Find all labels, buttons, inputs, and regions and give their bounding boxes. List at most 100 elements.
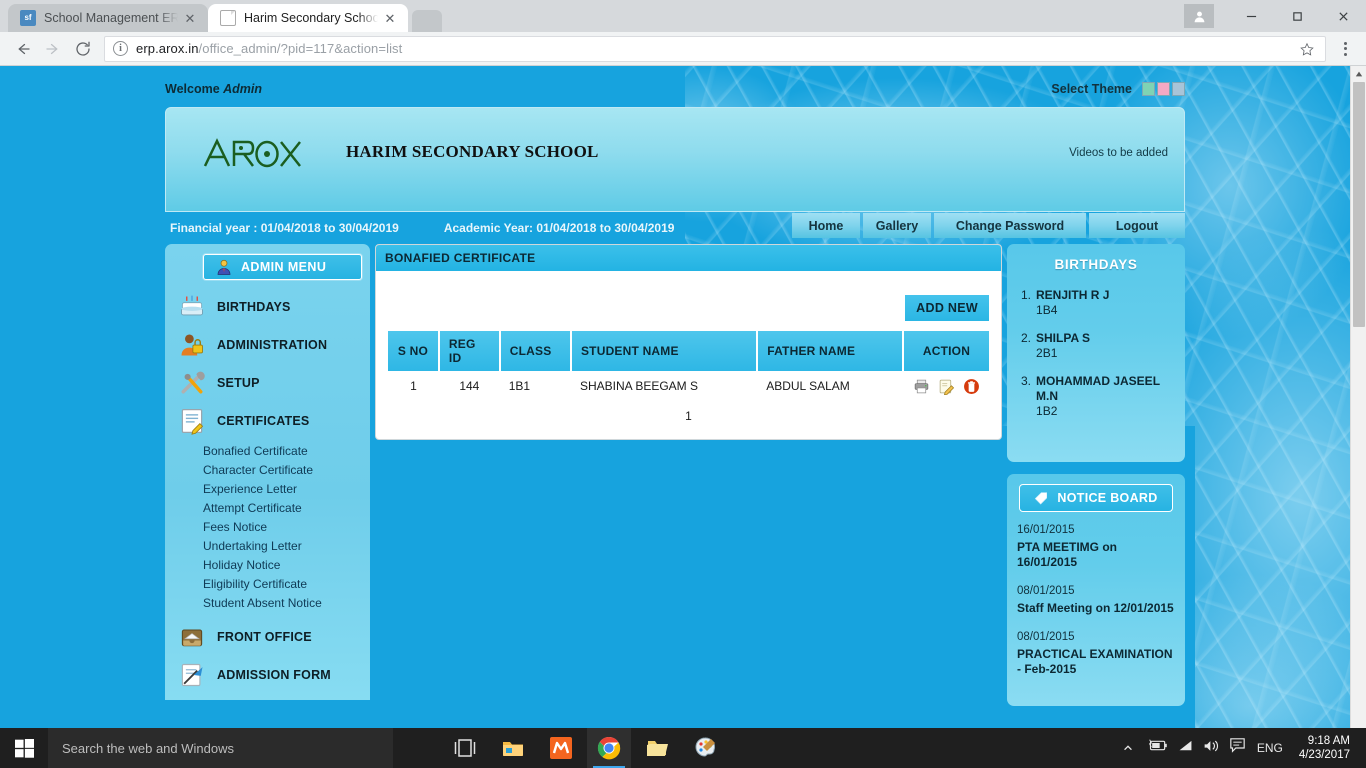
theme-swatches — [1142, 82, 1185, 96]
academic-year-label: Academic Year: 01/04/2018 to 30/04/2019 — [444, 221, 675, 235]
logout-button[interactable]: Logout — [1089, 213, 1185, 238]
url-path: /office_admin/?pid=117&action=list — [199, 41, 403, 56]
back-button[interactable] — [8, 35, 38, 63]
cell-class: 1B1 — [500, 371, 571, 401]
birthday-index: 3. — [1021, 374, 1031, 419]
sidebar-item-administration[interactable]: ADMINISTRATION — [165, 326, 370, 364]
birthday-index: 1. — [1021, 288, 1031, 318]
sidebar-item-birthdays[interactable]: BIRTHDAYS — [165, 288, 370, 326]
chrome-icon[interactable] — [587, 728, 631, 768]
bookmark-star-icon[interactable] — [1297, 39, 1317, 59]
submenu-item-character-certificate[interactable]: Character Certificate — [203, 461, 370, 479]
birthday-class: 1B2 — [1036, 404, 1175, 419]
birthday-name: MOHAMMAD JASEEL M.N1B2 — [1036, 374, 1175, 419]
sidebar-item-front-office[interactable]: FRONT OFFICE — [165, 618, 370, 656]
theme-swatch-green[interactable] — [1142, 82, 1155, 96]
language-indicator[interactable]: ENG — [1257, 741, 1283, 755]
forward-button[interactable] — [38, 35, 68, 63]
column-header-s-no: S NO — [388, 331, 439, 371]
gallery-button[interactable]: Gallery — [863, 213, 931, 238]
financial-year-label: Financial year : 01/04/2018 to 30/04/201… — [170, 221, 399, 235]
sidebar-item-setup[interactable]: SETUP — [165, 364, 370, 402]
folder-yellow-icon[interactable] — [635, 728, 679, 768]
notice-board-header[interactable]: NOTICE BOARD — [1019, 484, 1173, 512]
notice-text: Staff Meeting on 12/01/2015 — [1017, 601, 1175, 616]
reload-button[interactable] — [68, 35, 98, 63]
admin-sidebar: ADMIN MENU — [165, 244, 370, 700]
scrollbar-thumb[interactable] — [1353, 82, 1365, 327]
notice-board-panel: NOTICE BOARD 16/01/2015 PTA MEETIMG on 1… — [1007, 474, 1185, 706]
toolbar-row: ADD NEW — [388, 281, 989, 331]
birthday-student-name: SHILPA S — [1036, 331, 1090, 345]
birthday-student-name: RENJITH R J — [1036, 288, 1109, 302]
column-header-class: CLASS — [500, 331, 571, 371]
submenu-item-undertaking-letter[interactable]: Undertaking Letter — [203, 537, 370, 555]
add-new-button[interactable]: ADD NEW — [905, 295, 989, 321]
clock[interactable]: 9:18 AM 4/23/2017 — [1299, 734, 1358, 762]
volume-icon[interactable] — [1203, 739, 1221, 758]
top-navigation: Home Gallery Change Password Logout — [792, 213, 1185, 238]
submenu-item-student-absent-notice[interactable]: Student Absent Notice — [203, 594, 370, 612]
task-view-icon[interactable] — [443, 728, 487, 768]
browser-menu-icon[interactable] — [1332, 35, 1358, 63]
cell-father-name: ABDUL SALAM — [757, 371, 903, 401]
column-header-student-name: STUDENT NAME — [571, 331, 757, 371]
person-lock-icon — [177, 331, 207, 359]
sidebar-item-label: SETUP — [217, 376, 260, 390]
submenu-item-attempt-certificate[interactable]: Attempt Certificate — [203, 499, 370, 517]
column-header-father-name: FATHER NAME — [757, 331, 903, 371]
new-tab-button[interactable] — [412, 10, 442, 32]
maximize-button[interactable] — [1274, 0, 1320, 32]
sidebar-item-admission-form[interactable]: ADMISSION FORM — [165, 656, 370, 694]
browser-tab-1[interactable]: sf School Management ERP ✕ — [8, 4, 208, 32]
close-icon[interactable]: ✕ — [382, 10, 398, 26]
birthdays-list: 1. RENJITH R J1B4 2. SHILPA S2B1 3. MOHA… — [1017, 288, 1175, 419]
sidebar-item-certificates[interactable]: CERTIFICATES — [165, 402, 370, 440]
user-avatar-icon[interactable] — [1184, 4, 1214, 28]
paint-icon[interactable] — [683, 728, 727, 768]
wifi-icon[interactable] — [1177, 739, 1194, 758]
videos-note: Videos to be added — [1069, 147, 1168, 159]
page-scrollbar[interactable] — [1350, 66, 1366, 728]
tools-icon — [177, 369, 207, 397]
theme-selector: Select Theme — [1051, 82, 1185, 96]
welcome-username: Admin — [223, 82, 262, 96]
certificate-table: S NO REG ID CLASS STUDENT NAME FATHER NA… — [388, 331, 989, 401]
close-window-button[interactable] — [1320, 0, 1366, 32]
admin-menu-button[interactable]: ADMIN MENU — [203, 254, 362, 280]
clock-time: 9:18 AM — [1299, 734, 1350, 748]
list-item: 3. MOHAMMAD JASEEL M.N1B2 — [1021, 374, 1175, 419]
address-bar[interactable]: i erp.arox.in/office_admin/?pid=117&acti… — [104, 36, 1326, 62]
start-button[interactable] — [0, 728, 48, 768]
close-icon[interactable]: ✕ — [182, 10, 198, 26]
submenu-item-eligibility-certificate[interactable]: Eligibility Certificate — [203, 575, 370, 593]
sidebar-item-label: CERTIFICATES — [217, 414, 309, 428]
submenu-item-bonafied-certificate[interactable]: Bonafied Certificate — [203, 442, 370, 460]
submenu-item-experience-letter[interactable]: Experience Letter — [203, 480, 370, 498]
home-button[interactable]: Home — [792, 213, 860, 238]
edit-icon[interactable] — [937, 377, 955, 395]
select-theme-label: Select Theme — [1051, 82, 1132, 96]
action-center-icon[interactable] — [1230, 738, 1245, 758]
change-password-button[interactable]: Change Password — [934, 213, 1086, 238]
submenu-item-holiday-notice[interactable]: Holiday Notice — [203, 556, 370, 574]
cell-s-no: 1 — [388, 371, 439, 401]
show-hidden-icons[interactable] — [1117, 742, 1139, 754]
minimize-button[interactable] — [1228, 0, 1274, 32]
file-explorer-icon[interactable] — [491, 728, 535, 768]
pagination[interactable]: 1 — [388, 401, 989, 425]
search-input[interactable]: Search the web and Windows — [48, 728, 393, 768]
browser-tab-2[interactable]: Harim Secondary School ✕ — [208, 4, 408, 32]
delete-icon[interactable] — [962, 377, 980, 395]
scroll-up-arrow-icon[interactable] — [1351, 66, 1366, 82]
battery-icon[interactable] — [1148, 739, 1168, 757]
cell-reg-id: 144 — [439, 371, 500, 401]
print-icon[interactable] — [912, 377, 930, 395]
site-info-icon[interactable]: i — [113, 41, 128, 56]
notice-text: PRACTICAL EXAMINATION - Feb-2015 — [1017, 647, 1175, 677]
theme-swatch-blue[interactable] — [1172, 82, 1185, 96]
app-orange-icon[interactable] — [539, 728, 583, 768]
submenu-item-fees-notice[interactable]: Fees Notice — [203, 518, 370, 536]
notice-item: 08/01/2015 Staff Meeting on 12/01/2015 — [1017, 585, 1175, 616]
theme-swatch-pink[interactable] — [1157, 82, 1170, 96]
